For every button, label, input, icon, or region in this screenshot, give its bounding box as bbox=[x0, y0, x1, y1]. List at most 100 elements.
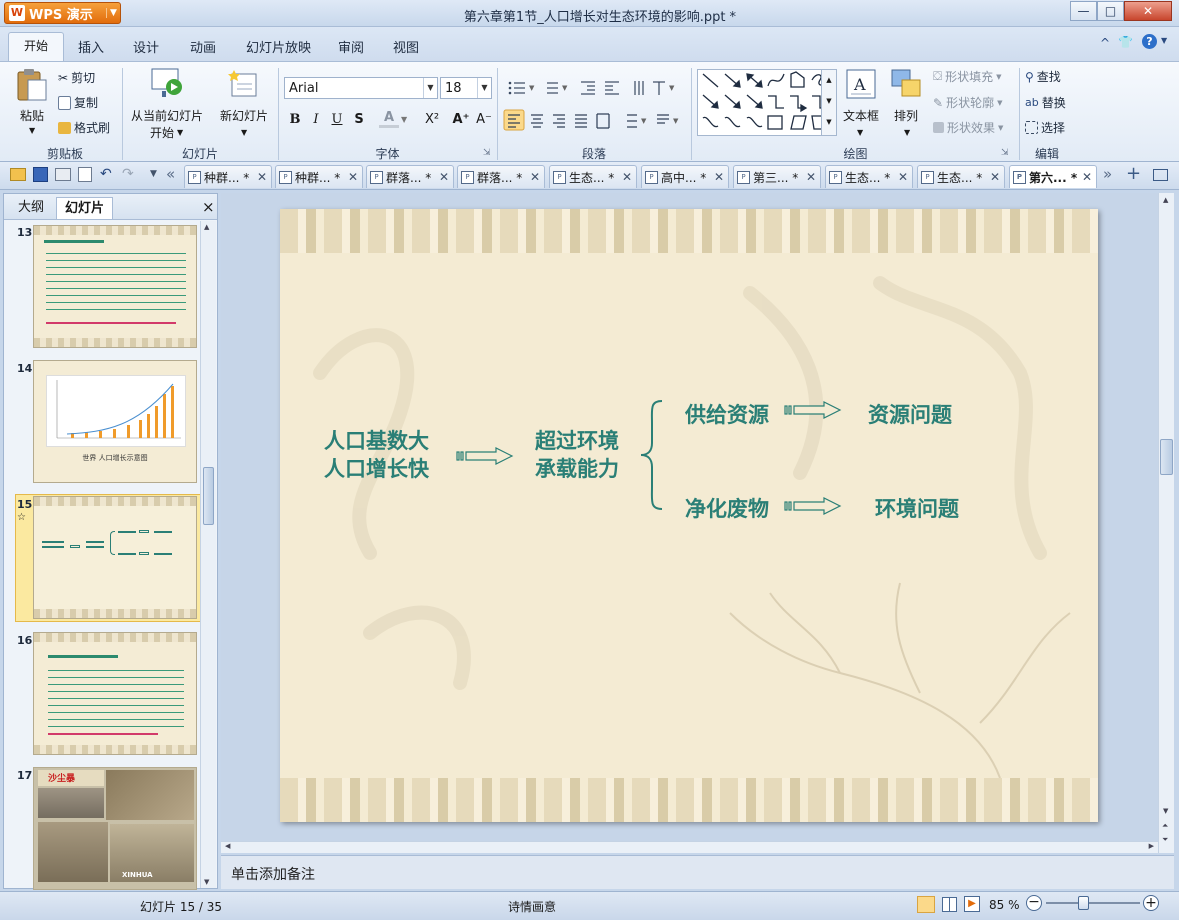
tab-animation[interactable]: 动画 bbox=[190, 37, 216, 56]
undo-icon[interactable]: ↶ bbox=[100, 166, 112, 182]
superscript-button[interactable]: X² bbox=[419, 110, 445, 130]
tab-home[interactable]: 开始 bbox=[8, 32, 64, 61]
tab-insert[interactable]: 插入 bbox=[78, 37, 104, 56]
tab-scroll-right-icon[interactable]: » bbox=[1103, 165, 1112, 183]
help-dropdown-icon[interactable]: ▼ bbox=[1161, 36, 1167, 45]
doc-tab[interactable]: P 种群... * ✕ bbox=[184, 165, 272, 188]
wps-app-menu-button[interactable]: W WPS 演示 ▼ bbox=[4, 2, 121, 24]
doc-tab[interactable]: P 生态... * ✕ bbox=[825, 165, 913, 188]
tab-scroll-left-icon[interactable]: « bbox=[166, 165, 175, 183]
slide-thumbnail[interactable] bbox=[33, 225, 197, 348]
slideshow-play-icon[interactable] bbox=[150, 67, 184, 99]
underline-button[interactable]: U bbox=[327, 110, 347, 130]
close-tab-icon[interactable]: ✕ bbox=[1082, 170, 1092, 184]
close-tab-icon[interactable]: ✕ bbox=[898, 170, 908, 184]
new-slide-button[interactable]: 新幻灯片 bbox=[220, 107, 268, 124]
shrink-font-button[interactable]: A⁻ bbox=[474, 110, 494, 130]
horizontal-scrollbar[interactable]: ◀ ▶ bbox=[221, 841, 1158, 853]
chevron-down-icon[interactable]: ▼ bbox=[401, 115, 407, 124]
textbox-icon[interactable]: A bbox=[845, 68, 877, 100]
save-icon[interactable] bbox=[33, 167, 48, 182]
font-dialog-launcher-icon[interactable]: ⇲ bbox=[483, 148, 491, 158]
close-tab-icon[interactable]: ✕ bbox=[348, 170, 358, 184]
close-tab-icon[interactable]: ✕ bbox=[622, 170, 632, 184]
quick-access-dropdown-icon[interactable]: ▼ bbox=[150, 169, 157, 179]
branch2-effect[interactable]: 环境问题 bbox=[875, 493, 959, 523]
branch2-cause[interactable]: 净化废物 bbox=[685, 493, 769, 523]
panel-scrollbar[interactable]: ▲ ▼ bbox=[200, 221, 216, 888]
from-current-slide-button[interactable]: 从当前幻灯片 bbox=[131, 107, 203, 124]
close-tab-icon[interactable]: ✕ bbox=[439, 170, 449, 184]
print-preview-icon[interactable] bbox=[78, 167, 92, 182]
tab-review[interactable]: 审阅 bbox=[338, 37, 364, 56]
shape-outline-button[interactable]: ✎ 形状轮廓 ▼ bbox=[933, 94, 1002, 111]
italic-button[interactable]: I bbox=[306, 110, 326, 130]
branch1-cause[interactable]: 供给资源 bbox=[685, 399, 769, 429]
doc-tab-active[interactable]: P 第六... * ✕ bbox=[1009, 165, 1097, 188]
close-panel-icon[interactable]: × bbox=[202, 198, 215, 216]
close-tab-icon[interactable]: ✕ bbox=[714, 170, 724, 184]
find-button[interactable]: ⚲ 查找 bbox=[1025, 68, 1061, 85]
font-color-button[interactable]: A bbox=[379, 108, 399, 128]
skin-icon[interactable]: 👕 bbox=[1118, 35, 1133, 49]
help-icon[interactable]: ? bbox=[1142, 34, 1157, 49]
slide-text-left-2[interactable]: 人口增长快 bbox=[324, 453, 429, 483]
open-folder-icon[interactable] bbox=[10, 168, 26, 181]
close-tab-icon[interactable]: ✕ bbox=[806, 170, 816, 184]
arrange-button[interactable]: 排列 bbox=[894, 107, 918, 124]
copy-button[interactable]: 复制 bbox=[58, 94, 98, 111]
slide-thumbnail[interactable] bbox=[33, 496, 197, 619]
chevron-down-icon[interactable]: ▼ bbox=[904, 128, 910, 137]
maximize-button[interactable]: □ bbox=[1097, 1, 1124, 21]
slide-text-mid-2[interactable]: 承载能力 bbox=[535, 453, 619, 483]
zoom-slider-track[interactable] bbox=[1046, 902, 1140, 904]
shadow-button[interactable]: S bbox=[349, 110, 369, 130]
zoom-in-icon[interactable]: + bbox=[1143, 895, 1159, 911]
select-button[interactable]: 选择 bbox=[1025, 119, 1065, 136]
shape-fill-button[interactable]: ⛋ 形状填充 ▼ bbox=[933, 68, 1002, 85]
slide-text-left-1[interactable]: 人口基数大 bbox=[324, 425, 429, 455]
drawing-dialog-launcher-icon[interactable]: ⇲ bbox=[1001, 148, 1009, 158]
slide-sorter-icon[interactable] bbox=[942, 897, 957, 912]
doc-tab[interactable]: P 高中... * ✕ bbox=[641, 165, 729, 188]
doc-tab[interactable]: P 群落... * ✕ bbox=[457, 165, 545, 188]
tab-outline[interactable]: 大纲 bbox=[10, 197, 52, 219]
tab-design[interactable]: 设计 bbox=[133, 37, 159, 56]
paste-dropdown-icon[interactable]: ▼ bbox=[29, 126, 35, 135]
vertical-scrollbar[interactable]: ▲ ▼ ⏶ ⏷ bbox=[1158, 193, 1174, 853]
new-tab-icon[interactable]: + bbox=[1126, 163, 1141, 184]
zoom-slider-thumb[interactable] bbox=[1078, 896, 1089, 910]
paste-button[interactable]: 粘贴 bbox=[20, 107, 44, 124]
close-button[interactable]: ✕ bbox=[1124, 1, 1172, 21]
from-current-slide-start[interactable]: 开始 bbox=[150, 124, 174, 141]
chevron-down-icon[interactable]: ▼ bbox=[857, 128, 863, 137]
paste-icon[interactable] bbox=[14, 68, 50, 102]
doc-tab[interactable]: P 种群... * ✕ bbox=[275, 165, 363, 188]
branch1-effect[interactable]: 资源问题 bbox=[868, 399, 952, 429]
slideshow-icon[interactable]: ▶ bbox=[964, 896, 980, 912]
doc-tab[interactable]: P 生态... * ✕ bbox=[549, 165, 637, 188]
arrange-icon[interactable] bbox=[890, 68, 924, 100]
close-tab-icon[interactable]: ✕ bbox=[257, 170, 267, 184]
cut-button[interactable]: ✂ 剪切 bbox=[58, 69, 95, 86]
zoom-out-icon[interactable]: − bbox=[1026, 895, 1042, 911]
normal-view-icon[interactable] bbox=[917, 896, 935, 913]
doc-tab[interactable]: P 第三... * ✕ bbox=[733, 165, 821, 188]
redo-icon[interactable]: ↷ bbox=[122, 166, 134, 182]
tab-slideshow[interactable]: 幻灯片放映 bbox=[246, 37, 311, 56]
chevron-down-icon[interactable]: ▼ bbox=[241, 128, 247, 137]
collapse-ribbon-icon[interactable]: ^ bbox=[1100, 36, 1110, 50]
chevron-down-icon[interactable]: ▼ bbox=[177, 128, 183, 137]
slide-thumbnail[interactable]: 沙尘暴 XINHUA bbox=[33, 767, 197, 890]
new-slide-icon[interactable] bbox=[228, 68, 260, 100]
slide-thumbnail[interactable] bbox=[33, 632, 197, 755]
minimize-button[interactable]: — bbox=[1070, 1, 1097, 21]
slide-thumbnail[interactable]: 世界 人口增长示意图 bbox=[33, 360, 197, 483]
shape-effect-button[interactable]: 形状效果 ▼ bbox=[933, 119, 1003, 136]
doc-tab[interactable]: P 群落... * ✕ bbox=[366, 165, 454, 188]
notes-pane[interactable]: 单击添加备注 bbox=[221, 855, 1174, 889]
grow-font-button[interactable]: A⁺ bbox=[451, 110, 471, 130]
format-painter-button[interactable]: 格式刷 bbox=[58, 119, 110, 136]
textbox-button[interactable]: 文本框 bbox=[843, 107, 879, 124]
slide-canvas[interactable]: 人口基数大 人口增长快 超过环境 承载能力 供给资源 资源问题 净化废物 环境问… bbox=[280, 209, 1098, 822]
